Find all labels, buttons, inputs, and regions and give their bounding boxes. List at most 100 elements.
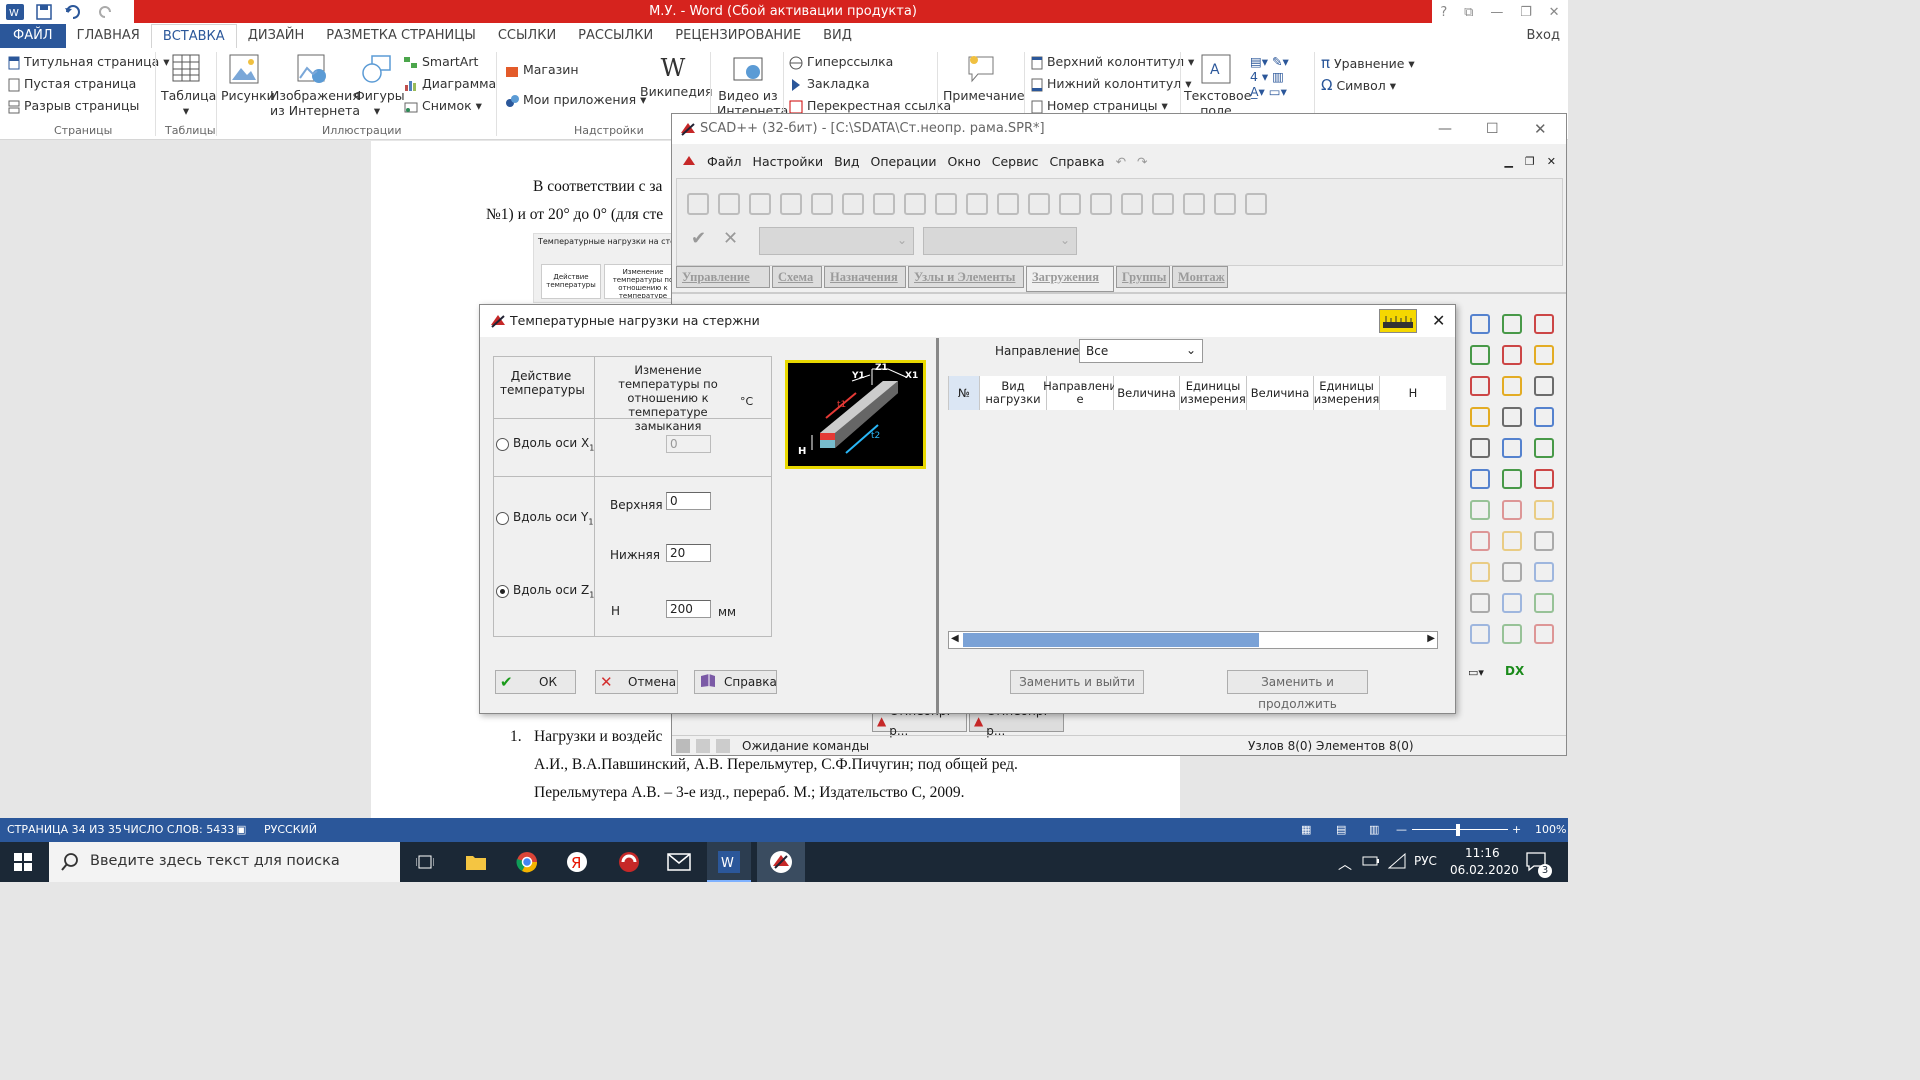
scad-side-icon[interactable] — [1470, 345, 1490, 365]
cancel-cross-icon[interactable]: ✕ — [723, 228, 738, 249]
blank-page-button[interactable]: Пустая страница — [8, 76, 136, 92]
scroll-right-icon[interactable]: ▶ — [1427, 633, 1435, 644]
scad-side-icon[interactable] — [1534, 624, 1554, 644]
textbox-button[interactable]: A Текстовое поле — [1184, 54, 1251, 118]
yandex-icon[interactable]: Я — [566, 851, 588, 873]
scad-side-icon[interactable] — [1502, 407, 1522, 427]
undo-icon[interactable] — [64, 4, 86, 20]
table-button[interactable]: Таблица ▾ — [161, 54, 216, 118]
print-layout-icon[interactable]: ▤ — [1336, 818, 1346, 842]
scad-tool-icon[interactable] — [997, 193, 1019, 215]
scad-side-icon[interactable] — [1534, 531, 1554, 551]
scad-side-icon[interactable] — [1502, 438, 1522, 458]
scad-tool-icon[interactable] — [1245, 193, 1267, 215]
scad-tool-icon[interactable] — [1028, 193, 1050, 215]
mdi-close-button[interactable]: ✕ — [1547, 155, 1556, 168]
scad-tool-icon[interactable] — [811, 193, 833, 215]
chart-button[interactable]: Диаграмма — [404, 76, 496, 91]
replace-continue-button[interactable]: Заменить и продолжить — [1227, 670, 1368, 711]
scad-side-icon[interactable] — [1470, 500, 1490, 520]
replace-exit-button[interactable]: Заменить и выйти — [1010, 670, 1144, 694]
pictures-button[interactable]: Рисунки — [221, 54, 275, 103]
cancel-button[interactable]: ✕ Отмена — [595, 670, 678, 694]
apply-check-icon[interactable]: ✔ — [691, 228, 706, 249]
scad-tool-icon[interactable] — [1152, 193, 1174, 215]
tray-time[interactable]: 11:16 — [1465, 846, 1500, 860]
online-video-button[interactable]: Видео из Интернета — [717, 54, 788, 118]
th-units-2[interactable]: Единицы измерения — [1314, 376, 1380, 410]
upper-input[interactable]: 0 — [666, 492, 711, 510]
scad-side-icon[interactable] — [1502, 624, 1522, 644]
save-icon[interactable] — [36, 4, 52, 20]
status-language[interactable]: РУССКИЙ — [264, 818, 317, 842]
zoom-level[interactable]: 100% — [1535, 818, 1566, 842]
tab-file[interactable]: ФАЙЛ — [0, 24, 66, 48]
zoom-in-icon[interactable]: + — [1512, 818, 1521, 842]
proofing-icon[interactable]: ▣ — [236, 818, 246, 842]
wikipedia-button[interactable]: W Википедия — [640, 54, 713, 99]
scad-side-icon[interactable] — [1534, 469, 1554, 489]
scad-tool-icon[interactable] — [1121, 193, 1143, 215]
scad-tool-icon[interactable] — [1214, 193, 1236, 215]
x-value-input[interactable]: 0 — [666, 435, 711, 453]
scad-side-icon[interactable] — [1534, 593, 1554, 613]
scad-tool-icon[interactable] — [842, 193, 864, 215]
scad-menu-file[interactable]: Файл — [707, 154, 742, 169]
scad-side-icon[interactable] — [1502, 593, 1522, 613]
scad-tool-icon[interactable] — [718, 193, 740, 215]
scad-undo-icon[interactable]: ↶ — [1116, 154, 1126, 169]
scad-side-icon[interactable] — [1470, 562, 1490, 582]
word-taskbar-button[interactable]: W — [707, 842, 751, 882]
battery-icon[interactable] — [1362, 854, 1380, 868]
comment-button[interactable]: Примечание — [943, 54, 1025, 103]
bookmark-button[interactable]: Закладка — [789, 76, 870, 92]
help-dialog-button[interactable]: Справка — [694, 670, 777, 694]
scad-redo-icon[interactable]: ↷ — [1137, 154, 1147, 169]
tab-references[interactable]: ССЫЛКИ — [487, 24, 567, 48]
zoom-slider[interactable] — [1412, 829, 1508, 830]
scad-menu-window[interactable]: Окно — [948, 154, 981, 169]
scad-side-icon[interactable] — [1534, 376, 1554, 396]
mdi-minimize-button[interactable]: ▁ — [1504, 155, 1512, 168]
equation-button[interactable]: π Уравнение ▾ — [1321, 54, 1415, 72]
scad-close-button[interactable]: ✕ — [1534, 114, 1547, 144]
scad-tab-loads[interactable]: Загружения — [1026, 266, 1114, 292]
scad-side-icon[interactable] — [1470, 531, 1490, 551]
scad-tool-icon[interactable] — [1183, 193, 1205, 215]
mail-icon[interactable] — [667, 853, 691, 871]
scad-side-icon[interactable] — [1534, 314, 1554, 334]
taskbar-search[interactable]: Введите здесь текст для поиска — [49, 842, 400, 882]
scad-tab-scheme[interactable]: Схема — [772, 266, 822, 288]
scad-right-small-icon[interactable]: ▭▾ — [1468, 666, 1484, 679]
scad-tool-icon[interactable] — [935, 193, 957, 215]
scad-side-icon[interactable] — [1470, 314, 1490, 334]
crossref-button[interactable]: Перекрестная ссылка — [789, 98, 951, 114]
radio-along-x[interactable] — [496, 438, 509, 451]
header-button[interactable]: Верхний колонтитул ▾ — [1031, 54, 1194, 70]
scad-menu-help[interactable]: Справка — [1049, 154, 1104, 169]
cover-page-button[interactable]: Титульная страница ▾ — [8, 54, 170, 70]
tab-design[interactable]: ДИЗАЙН — [237, 24, 316, 48]
th-direction[interactable]: Направлени е — [1043, 376, 1117, 410]
tab-review[interactable]: РЕЦЕНЗИРОВАНИЕ — [664, 24, 812, 48]
th-number[interactable]: № — [949, 376, 980, 410]
smartart-button[interactable]: SmartArt — [404, 54, 478, 69]
sign-in-link[interactable]: Вход — [1526, 24, 1560, 48]
tray-language[interactable]: РУС — [1414, 854, 1437, 868]
screenshot-button[interactable]: Снимок ▾ — [404, 98, 482, 113]
scad-side-icon[interactable] — [1470, 407, 1490, 427]
scad-taskbar-button[interactable] — [757, 842, 805, 882]
scad-side-icon[interactable] — [1502, 469, 1522, 489]
ruler-icon[interactable] — [1379, 309, 1417, 333]
th-value-2[interactable]: Величина — [1247, 376, 1314, 410]
network-icon[interactable] — [1388, 853, 1406, 869]
tab-insert[interactable]: ВСТАВКА — [150, 24, 237, 48]
chrome-icon[interactable] — [516, 851, 538, 873]
scad-side-icon[interactable] — [1470, 376, 1490, 396]
scad-tab-groups[interactable]: Группы — [1116, 266, 1170, 288]
scad-tool-icon[interactable] — [1059, 193, 1081, 215]
scad-side-icon[interactable] — [1470, 624, 1490, 644]
status-words[interactable]: ЧИСЛО СЛОВ: 5433 — [123, 818, 234, 842]
help-button[interactable]: ? — [1440, 5, 1447, 20]
tray-chevron-icon[interactable]: ︿ — [1338, 854, 1352, 874]
